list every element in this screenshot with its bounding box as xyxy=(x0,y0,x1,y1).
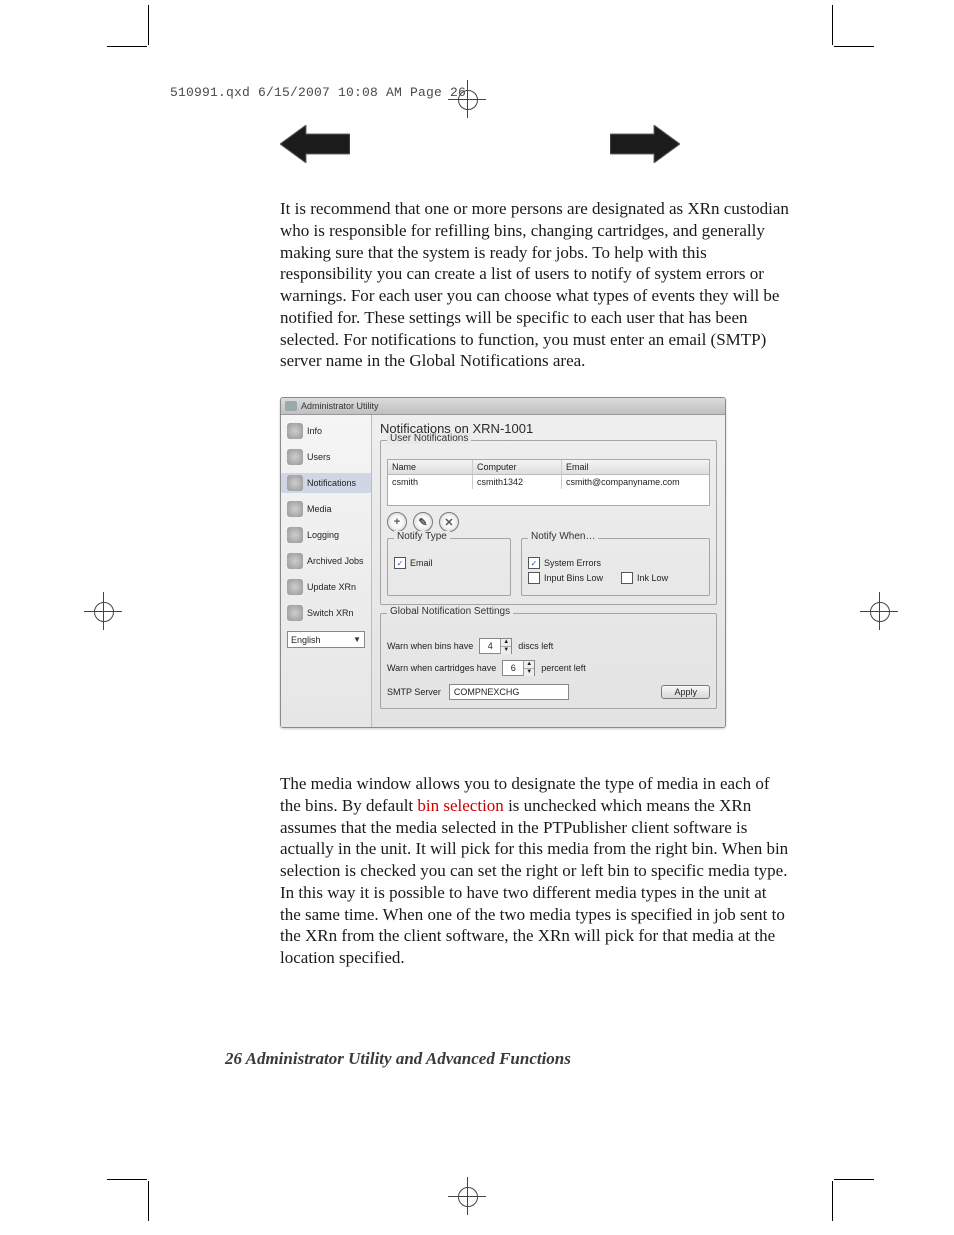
add-user-button[interactable]: + xyxy=(387,512,407,532)
global-notification-settings-group: Global Notification Settings Warn when b… xyxy=(380,613,717,709)
sidebar-item-label: Update XRn xyxy=(307,582,356,592)
sidebar-item-label: Users xyxy=(307,452,331,462)
sidebar-item-label: Archived Jobs xyxy=(307,556,364,566)
app-icon xyxy=(285,401,297,411)
users-icon xyxy=(287,449,303,465)
window-title: Administrator Utility xyxy=(301,401,379,411)
administrator-utility-window: Administrator Utility Info Users Notific… xyxy=(280,397,726,728)
switch-icon xyxy=(287,605,303,621)
language-select-value: English xyxy=(291,635,321,645)
info-icon xyxy=(287,423,303,439)
sidebar-item-label: Media xyxy=(307,504,332,514)
checkbox-icon xyxy=(528,557,540,569)
paragraph-media-window: The media window allows you to designate… xyxy=(280,773,790,969)
media-icon xyxy=(287,501,303,517)
x-icon: ✕ xyxy=(444,516,453,529)
table-row[interactable]: csmith csmith1342 csmith@companyname.com xyxy=(388,475,709,505)
notify-when-system-errors-checkbox[interactable]: System Errors xyxy=(528,557,703,569)
checkbox-icon xyxy=(394,557,406,569)
spin-down-icon[interactable]: ▼ xyxy=(501,647,511,654)
document-header: 510991.qxd 6/15/2007 10:08 AM Page 26 xyxy=(170,85,824,100)
checkbox-label: Ink Low xyxy=(637,573,668,583)
registration-mark-icon xyxy=(448,1177,486,1215)
sidebar-item-media[interactable]: Media xyxy=(281,499,371,519)
delete-user-button[interactable]: ✕ xyxy=(439,512,459,532)
sidebar-item-logging[interactable]: Logging xyxy=(281,525,371,545)
checkbox-label: Email xyxy=(410,558,433,568)
bin-selection-term: bin selection xyxy=(417,796,503,815)
pencil-icon: ✎ xyxy=(418,516,427,529)
notify-type-email-checkbox[interactable]: Email xyxy=(394,557,504,569)
notify-when-ink-low-checkbox[interactable]: Ink Low xyxy=(621,572,668,584)
cell-computer: csmith1342 xyxy=(473,475,562,489)
sidebar-item-archived-jobs[interactable]: Archived Jobs xyxy=(281,551,371,571)
window-titlebar: Administrator Utility xyxy=(281,398,725,415)
sidebar-item-label: Info xyxy=(307,426,322,436)
group-legend: User Notifications xyxy=(387,433,471,444)
sidebar-item-switch-xrn[interactable]: Switch XRn xyxy=(281,603,371,623)
spin-up-icon[interactable]: ▲ xyxy=(524,661,534,669)
spin-down-icon[interactable]: ▼ xyxy=(524,669,534,676)
sidebar-item-users[interactable]: Users xyxy=(281,447,371,467)
warn-bins-value: 4 xyxy=(480,641,500,651)
apply-button[interactable]: Apply xyxy=(661,685,710,699)
logging-icon xyxy=(287,527,303,543)
user-notifications-group: User Notifications Name Computer Email c… xyxy=(380,440,717,605)
page-number: 26 xyxy=(225,1049,242,1068)
cell-email: csmith@companyname.com xyxy=(562,475,709,489)
prev-page-arrow-icon[interactable] xyxy=(280,125,350,163)
paragraph-notifications-intro: It is recommend that one or more persons… xyxy=(280,198,790,372)
col-header-email[interactable]: Email xyxy=(562,460,709,474)
notifications-icon xyxy=(287,475,303,491)
smtp-server-label: SMTP Server xyxy=(387,687,441,697)
smtp-server-input[interactable]: COMPNEXCHG xyxy=(449,684,569,700)
group-legend: Global Notification Settings xyxy=(387,606,513,617)
sidebar-item-notifications[interactable]: Notifications xyxy=(281,473,371,493)
edit-user-button[interactable]: ✎ xyxy=(413,512,433,532)
checkbox-icon xyxy=(621,572,633,584)
notify-type-group: Notify Type Email xyxy=(387,538,511,596)
warn-cartridges-label-a: Warn when cartridges have xyxy=(387,663,496,673)
col-header-name[interactable]: Name xyxy=(388,460,473,474)
next-page-arrow-icon[interactable] xyxy=(610,125,680,163)
sidebar: Info Users Notifications Media Logging xyxy=(281,415,372,727)
warn-cartridges-value: 6 xyxy=(503,663,523,673)
registration-mark-icon xyxy=(860,592,898,630)
registration-mark-icon xyxy=(448,80,486,118)
group-legend: Notify When… xyxy=(528,531,598,542)
checkbox-label: System Errors xyxy=(544,558,601,568)
sidebar-item-update-xrn[interactable]: Update XRn xyxy=(281,577,371,597)
group-legend: Notify Type xyxy=(394,531,450,542)
sidebar-item-info[interactable]: Info xyxy=(281,421,371,441)
archived-jobs-icon xyxy=(287,553,303,569)
warn-bins-label-b: discs left xyxy=(518,641,553,651)
footer-title: Administrator Utility and Advanced Funct… xyxy=(242,1049,571,1068)
smtp-server-value: COMPNEXCHG xyxy=(454,687,520,697)
cell-name: csmith xyxy=(388,475,473,489)
update-icon xyxy=(287,579,303,595)
registration-mark-icon xyxy=(84,592,122,630)
warn-cartridges-label-b: percent left xyxy=(541,663,586,673)
spin-up-icon[interactable]: ▲ xyxy=(501,639,511,647)
checkbox-icon xyxy=(528,572,540,584)
plus-icon: + xyxy=(394,516,400,528)
warn-bins-input[interactable]: 4 ▲▼ xyxy=(479,638,512,654)
sidebar-item-label: Notifications xyxy=(307,478,356,488)
chevron-down-icon: ▼ xyxy=(353,635,361,644)
page-footer: 26 Administrator Utility and Advanced Fu… xyxy=(225,1049,824,1069)
notify-when-group: Notify When… System Errors Input Bins Lo… xyxy=(521,538,710,596)
warn-bins-label-a: Warn when bins have xyxy=(387,641,473,651)
checkbox-label: Input Bins Low xyxy=(544,573,603,583)
warn-cartridges-input[interactable]: 6 ▲▼ xyxy=(502,660,535,676)
users-table: Name Computer Email csmith csmith1342 cs… xyxy=(387,459,710,506)
language-select[interactable]: English ▼ xyxy=(287,631,365,648)
sidebar-item-label: Logging xyxy=(307,530,339,540)
sidebar-item-label: Switch XRn xyxy=(307,608,354,618)
col-header-computer[interactable]: Computer xyxy=(473,460,562,474)
content-pane: Notifications on XRN-1001 User Notificat… xyxy=(372,415,725,727)
notify-when-input-bins-low-checkbox[interactable]: Input Bins Low xyxy=(528,572,603,584)
